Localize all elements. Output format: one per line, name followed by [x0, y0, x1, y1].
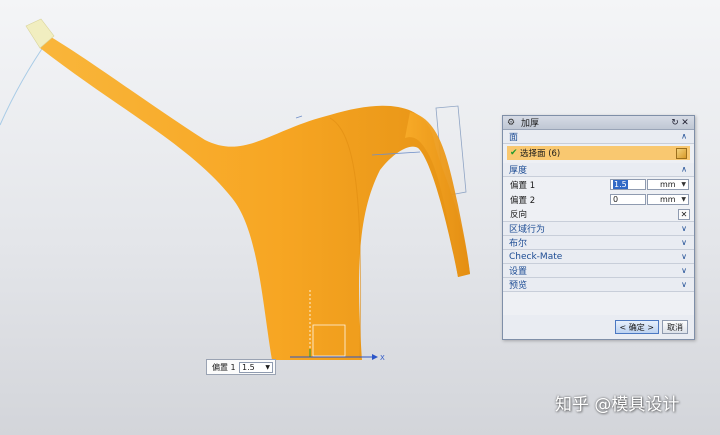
section-thickness[interactable]: 厚度 ∨: [503, 163, 694, 177]
callout-label: 偏置 1: [212, 362, 236, 372]
edge-curve-top: [295, 115, 303, 119]
dialog-title: 加厚: [521, 119, 540, 129]
chevron-down-icon: ∨: [681, 252, 687, 261]
select-face-label: 选择面 (6): [520, 149, 561, 159]
reverse-label: 反向: [510, 210, 528, 220]
section-checkmate[interactable]: Check-Mate ∨: [503, 250, 694, 264]
offset1-label: 偏置 1: [510, 180, 536, 191]
can-handle: [405, 112, 470, 277]
gear-icon[interactable]: ⚙: [507, 118, 518, 128]
axis-x-arrow: [372, 354, 378, 360]
callout-value: 1.5: [242, 362, 255, 372]
offset2-input[interactable]: 0: [610, 194, 646, 205]
section-preview-label: 预览: [509, 281, 528, 291]
section-face-label: 面: [509, 133, 519, 143]
chevron-down-icon: ∨: [681, 280, 687, 289]
offset1-unit: mm: [660, 180, 676, 189]
chevron-down-icon: ∨: [681, 224, 687, 233]
offset2-unit: mm: [660, 195, 676, 204]
select-face-row[interactable]: ✔ 选择面 (6): [507, 146, 690, 160]
dropdown-icon: ▼: [681, 181, 686, 188]
chevron-down-icon: ∨: [681, 266, 687, 275]
construction-curve: [0, 39, 49, 126]
chevron-up-icon: ∨: [681, 132, 687, 141]
offset1-row: 偏置 1 1.5 mm ▼: [503, 177, 694, 192]
cancel-button[interactable]: 取消: [662, 320, 688, 334]
section-region-label: 区域行为: [509, 225, 546, 235]
offset1-input[interactable]: 1.5: [610, 179, 646, 190]
reverse-row: 反向 ✕: [503, 207, 694, 222]
chevron-up-icon: ∨: [681, 165, 687, 174]
dialog-button-bar: < 确定 > 取消: [503, 315, 694, 339]
thicken-dialog: ⚙ 加厚 ↻ ✕ 面 ∨ ✔ 选择面 (6) 厚度 ∨ 偏置 1 1.5 mm …: [502, 115, 695, 340]
section-thickness-label: 厚度: [509, 166, 528, 176]
chevron-down-icon: ∨: [681, 238, 687, 247]
reset-icon[interactable]: ↻: [670, 118, 680, 128]
offset2-label: 偏置 2: [510, 195, 536, 206]
ok-button[interactable]: < 确定 >: [614, 320, 659, 334]
dropdown-icon: ▼: [681, 196, 686, 203]
section-checkmate-label: Check-Mate: [509, 251, 563, 262]
section-settings[interactable]: 设置 ∨: [503, 264, 694, 278]
reverse-direction-icon[interactable]: ✕: [678, 208, 690, 220]
offset2-row: 偏置 2 0 mm ▼: [503, 192, 694, 207]
section-settings-label: 设置: [509, 267, 528, 277]
section-region[interactable]: 区域行为 ∨: [503, 222, 694, 236]
watermark: 知乎 @模具设计: [555, 395, 680, 415]
dropdown-icon: ▼: [265, 363, 270, 371]
offset2-unit-select[interactable]: mm ▼: [647, 194, 689, 205]
offset-callout: 偏置 1 1.5 ▼: [206, 359, 276, 375]
offset1-unit-select[interactable]: mm ▼: [647, 179, 689, 190]
dialog-titlebar: ⚙ 加厚 ↻ ✕: [503, 116, 694, 130]
can-body: [40, 34, 470, 360]
section-boolean[interactable]: 布尔 ∨: [503, 236, 694, 250]
close-icon[interactable]: ✕: [680, 118, 690, 128]
section-preview[interactable]: 预览 ∨: [503, 278, 694, 292]
axis-x-label: X: [380, 354, 385, 362]
check-icon: ✔: [510, 148, 518, 158]
section-boolean-label: 布尔: [509, 239, 528, 249]
face-cube-icon[interactable]: [676, 147, 687, 159]
section-face[interactable]: 面 ∨: [503, 130, 694, 144]
callout-input[interactable]: 1.5 ▼: [239, 361, 273, 373]
